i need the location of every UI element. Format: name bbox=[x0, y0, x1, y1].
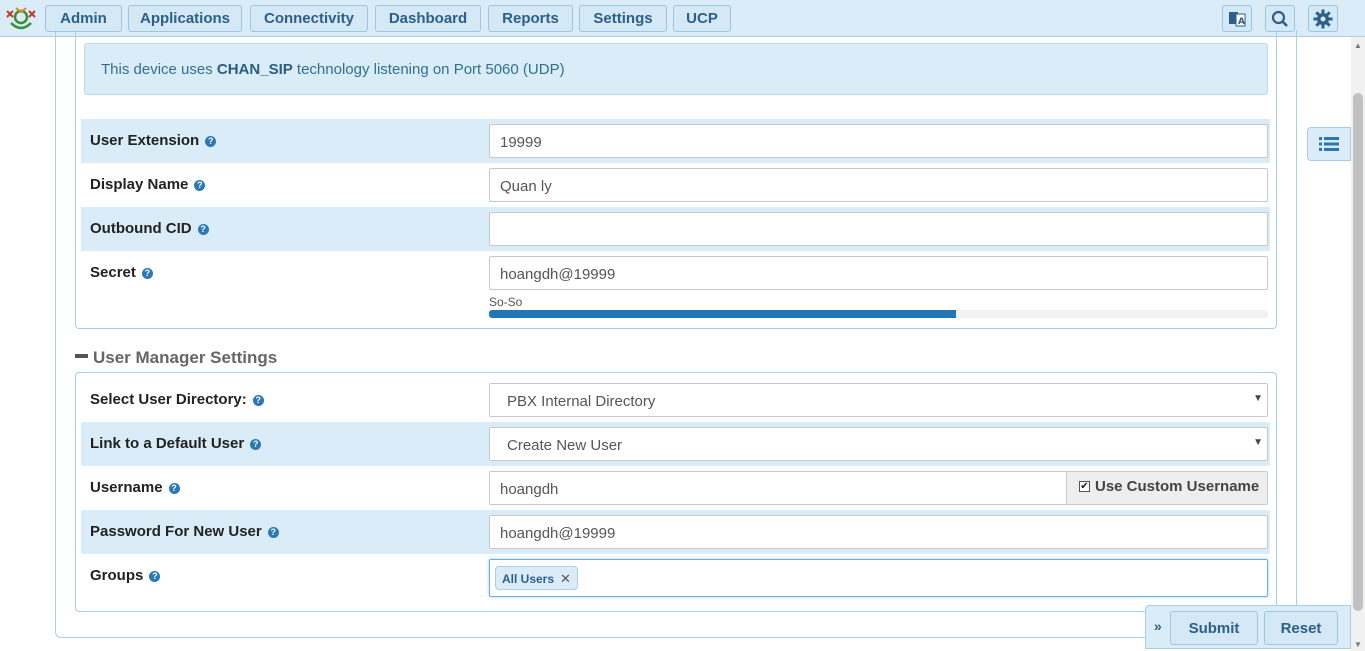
user-directory-select[interactable]: PBX Internal Directory ▼ bbox=[489, 383, 1268, 417]
scroll-up-arrow-icon[interactable]: ▲ bbox=[1354, 41, 1362, 50]
row-password-new-user: Password For New User? hoangdh@19999 bbox=[81, 510, 1270, 554]
scroll-down-arrow-icon[interactable]: ▼ bbox=[1354, 640, 1362, 649]
user-extension-label: User Extension? bbox=[90, 132, 217, 149]
row-secret: Secret? hoangdh@19999 bbox=[81, 251, 1270, 295]
svg-text:A: A bbox=[1238, 17, 1245, 27]
help-icon[interactable]: ? bbox=[197, 224, 209, 235]
caret-down-icon: ▼ bbox=[1253, 393, 1263, 404]
use-custom-username-toggle[interactable]: ✔ Use Custom Username bbox=[1066, 471, 1268, 505]
username-input[interactable]: hoangdh bbox=[489, 471, 1067, 505]
freepbx-logo[interactable] bbox=[3, 5, 39, 33]
row-user-extension: User Extension? 19999 bbox=[81, 119, 1270, 163]
secret-input[interactable]: hoangdh@19999 bbox=[489, 256, 1268, 290]
password-new-user-label: Password For New User? bbox=[90, 523, 279, 540]
groups-tags-input[interactable]: All Users ✕ bbox=[489, 559, 1268, 597]
help-icon[interactable]: ? bbox=[205, 136, 217, 147]
remove-tag-icon[interactable]: ✕ bbox=[560, 571, 571, 586]
row-display-name: Display Name? Quan ly bbox=[81, 163, 1270, 207]
nav-connectivity[interactable]: Connectivity bbox=[250, 5, 368, 32]
outbound-cid-input[interactable] bbox=[489, 212, 1268, 246]
alert-suffix: technology listening on Port 5060 (UDP) bbox=[292, 61, 565, 78]
password-strength-fill bbox=[489, 310, 957, 318]
language-icon: A bbox=[1229, 11, 1246, 27]
help-icon[interactable]: ? bbox=[252, 395, 264, 406]
alert-technology: CHAN_SIP bbox=[216, 61, 293, 78]
submit-button[interactable]: Submit bbox=[1170, 611, 1258, 645]
checkbox-checked-icon[interactable]: ✔ bbox=[1079, 481, 1090, 492]
help-icon[interactable]: ? bbox=[250, 439, 262, 450]
outbound-cid-label: Outbound CID? bbox=[90, 220, 209, 237]
nav-ucp[interactable]: UCP bbox=[673, 5, 731, 32]
collapse-icon bbox=[75, 354, 88, 358]
language-button[interactable]: A bbox=[1222, 5, 1252, 32]
row-select-directory: Select User Directory:? PBX Internal Dir… bbox=[81, 378, 1270, 422]
groups-label: Groups? bbox=[90, 567, 161, 584]
list-icon bbox=[1319, 137, 1339, 151]
gear-icon bbox=[1313, 9, 1333, 28]
reset-button[interactable]: Reset bbox=[1264, 611, 1338, 645]
nav-dashboard[interactable]: Dashboard bbox=[375, 5, 481, 32]
username-label: Username? bbox=[90, 479, 180, 496]
double-chevron-icon[interactable]: » bbox=[1154, 618, 1162, 634]
scroll-thumb[interactable] bbox=[1353, 93, 1363, 611]
help-icon[interactable]: ? bbox=[168, 483, 180, 494]
alert-prefix: This device uses bbox=[101, 61, 217, 78]
device-info-alert: This device uses CHAN_SIP technology lis… bbox=[84, 43, 1268, 95]
nav-reports[interactable]: Reports bbox=[488, 5, 573, 32]
search-icon bbox=[1271, 10, 1288, 27]
nav-settings[interactable]: Settings bbox=[579, 5, 667, 32]
select-directory-label: Select User Directory:? bbox=[90, 391, 264, 408]
caret-down-icon: ▼ bbox=[1253, 437, 1263, 448]
help-icon[interactable]: ? bbox=[267, 527, 279, 538]
help-icon[interactable]: ? bbox=[194, 180, 206, 191]
action-bar: » Submit Reset bbox=[1145, 605, 1351, 649]
row-outbound-cid: Outbound CID? bbox=[81, 207, 1270, 251]
help-icon[interactable]: ? bbox=[141, 268, 153, 279]
default-user-select[interactable]: Create New User ▼ bbox=[489, 427, 1268, 461]
search-button[interactable] bbox=[1265, 5, 1295, 32]
password-strength-label: So-So bbox=[489, 295, 523, 309]
display-name-input[interactable]: Quan ly bbox=[489, 168, 1268, 202]
page-scrollbar[interactable]: ▲ ▼ bbox=[1351, 37, 1365, 651]
row-link-default-user: Link to a Default User? Create New User ▼ bbox=[81, 422, 1270, 466]
display-name-label: Display Name? bbox=[90, 176, 206, 193]
settings-button[interactable] bbox=[1308, 5, 1338, 32]
floating-nav-button[interactable] bbox=[1307, 127, 1351, 161]
row-username: Username? hoangdh ✔ Use Custom Username bbox=[81, 466, 1270, 510]
user-extension-input[interactable]: 19999 bbox=[489, 124, 1268, 158]
link-default-user-label: Link to a Default User? bbox=[90, 435, 262, 452]
help-icon[interactable]: ? bbox=[149, 571, 161, 582]
secret-label: Secret? bbox=[90, 264, 153, 281]
password-new-user-input[interactable]: hoangdh@19999 bbox=[489, 515, 1268, 549]
row-groups: Groups? All Users ✕ bbox=[81, 554, 1270, 598]
password-strength-bar bbox=[489, 310, 1268, 318]
user-manager-section-toggle[interactable]: User Manager Settings bbox=[75, 348, 277, 368]
nav-admin[interactable]: Admin bbox=[45, 5, 122, 32]
nav-applications[interactable]: Applications bbox=[128, 5, 242, 32]
group-tag: All Users ✕ bbox=[495, 566, 578, 590]
